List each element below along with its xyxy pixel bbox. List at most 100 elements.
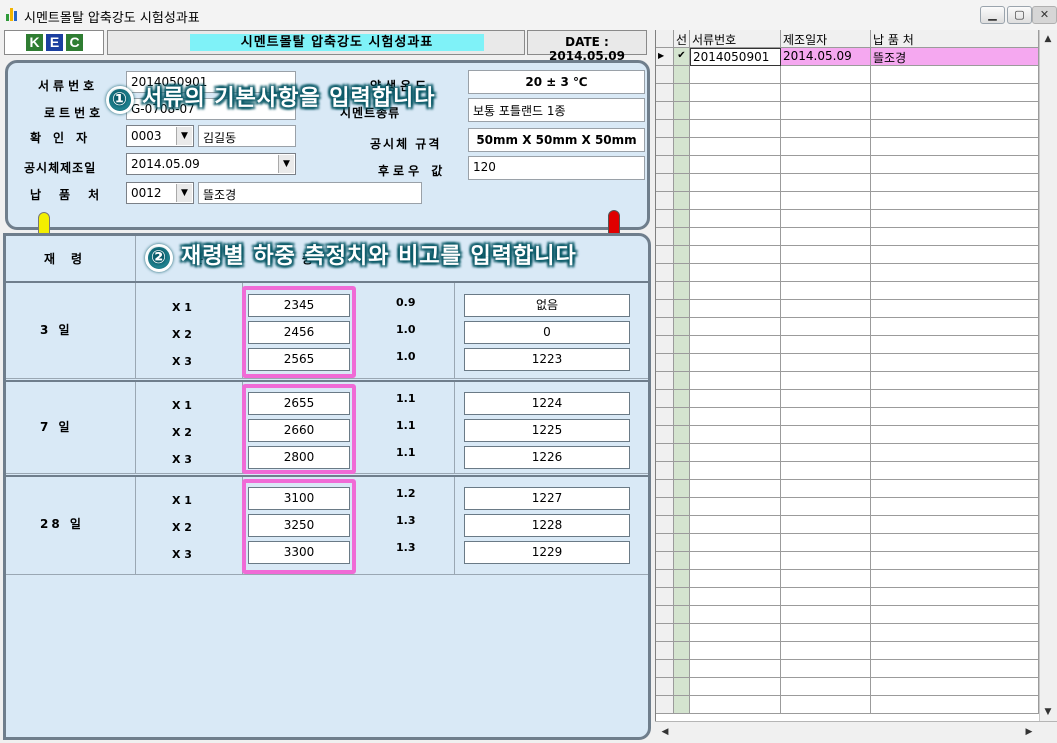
grid-cell[interactable] [871,192,1039,210]
row-select-checkbox[interactable] [674,264,690,282]
close-button[interactable]: ✕ [1032,6,1057,24]
grid-cell[interactable] [781,642,871,660]
row-select-checkbox[interactable] [674,372,690,390]
grid-cell[interactable] [871,174,1039,192]
grid-cell[interactable] [871,390,1039,408]
grid-cell[interactable] [781,516,871,534]
maximize-button[interactable]: ▢ [1007,6,1032,24]
row-select-checkbox[interactable] [674,228,690,246]
grid-cell[interactable] [690,570,781,588]
row-select-checkbox[interactable] [674,192,690,210]
grid-cell[interactable] [690,660,781,678]
grid-cell[interactable] [871,534,1039,552]
grid-cell[interactable] [781,246,871,264]
grid-cell[interactable] [690,462,781,480]
grid-cell[interactable] [690,228,781,246]
grid-cell[interactable] [690,138,781,156]
remark-input[interactable]: 없음 [464,294,630,317]
grid-cell[interactable] [690,498,781,516]
grid-cell[interactable] [690,84,781,102]
grid-cell[interactable] [781,66,871,84]
row-select-checkbox[interactable] [674,462,690,480]
chevron-down-icon[interactable]: ▼ [176,184,192,202]
grid-cell[interactable] [781,156,871,174]
grid-cell[interactable] [690,678,781,696]
minimize-button[interactable]: ▁ [980,6,1005,24]
grid-cell[interactable] [690,624,781,642]
grid-cell[interactable] [781,282,871,300]
row-select-checkbox[interactable] [674,660,690,678]
row-select-checkbox[interactable] [674,498,690,516]
row-select-checkbox[interactable] [674,408,690,426]
scroll-up-icon[interactable]: ▲ [1040,31,1056,47]
grid-cell[interactable] [871,444,1039,462]
grid-cell[interactable] [781,336,871,354]
grid-cell[interactable] [871,210,1039,228]
grid-cell[interactable] [690,300,781,318]
grid-cell[interactable] [781,534,871,552]
grid-cell[interactable] [781,174,871,192]
row-select-checkbox[interactable] [674,210,690,228]
grid-cell[interactable] [871,660,1039,678]
grid-cell-mfg-date[interactable]: 2014.05.09 [781,48,871,66]
row-select-checkbox[interactable]: ✔ [674,48,690,66]
row-select-checkbox[interactable] [674,120,690,138]
grid-cell[interactable] [690,318,781,336]
flow-value-field[interactable]: 120 [468,156,645,180]
grid-cell[interactable] [781,408,871,426]
grid-cell[interactable] [690,120,781,138]
grid-cell[interactable] [690,390,781,408]
remark-input[interactable]: 0 [464,321,630,344]
grid-cell[interactable] [871,678,1039,696]
grid-cell[interactable] [690,246,781,264]
row-select-checkbox[interactable] [674,66,690,84]
remark-input[interactable]: 1223 [464,348,630,371]
grid-cell[interactable] [690,66,781,84]
mfg-date-combo[interactable]: 2014.05.09 ▼ [126,153,296,175]
grid-cell-doc-no[interactable]: 2014050901 [690,48,781,66]
row-select-checkbox[interactable] [674,174,690,192]
grid-cell[interactable] [871,336,1039,354]
grid-cell[interactable] [871,498,1039,516]
grid-header-supplier[interactable]: 납 품 처 [871,30,1039,48]
grid-cell[interactable] [690,642,781,660]
row-select-checkbox[interactable] [674,336,690,354]
grid-cell[interactable] [690,372,781,390]
row-select-checkbox[interactable] [674,318,690,336]
grid-cell[interactable] [781,426,871,444]
grid-cell[interactable] [871,264,1039,282]
grid-header-doc-no[interactable]: 서류번호 [690,30,781,48]
grid-cell[interactable] [871,156,1039,174]
grid-cell[interactable] [690,444,781,462]
remark-input[interactable]: 1227 [464,487,630,510]
checker-name-field[interactable]: 김길동 [198,125,296,147]
row-select-checkbox[interactable] [674,390,690,408]
grid-cell[interactable] [690,174,781,192]
grid-cell[interactable] [690,606,781,624]
grid-cell[interactable] [871,354,1039,372]
row-select-checkbox[interactable] [674,84,690,102]
chevron-down-icon[interactable]: ▼ [176,127,192,145]
grid-cell[interactable] [871,426,1039,444]
grid-cell[interactable] [871,318,1039,336]
grid-cell[interactable] [690,102,781,120]
grid-cell[interactable] [781,372,871,390]
row-select-checkbox[interactable] [674,570,690,588]
row-select-checkbox[interactable] [674,606,690,624]
grid-header-select[interactable]: 선 [674,30,690,48]
row-select-checkbox[interactable] [674,300,690,318]
row-select-checkbox[interactable] [674,624,690,642]
grid-horizontal-scrollbar[interactable]: ◀ ▶ [655,721,1057,743]
row-select-checkbox[interactable] [674,588,690,606]
grid-cell[interactable] [781,462,871,480]
scroll-left-icon[interactable]: ◀ [657,724,673,740]
grid-cell[interactable] [781,390,871,408]
grid-cell[interactable] [781,138,871,156]
remark-input[interactable]: 1225 [464,419,630,442]
grid-cell[interactable] [871,480,1039,498]
grid-cell[interactable] [781,102,871,120]
grid-cell[interactable] [871,372,1039,390]
grid-cell[interactable] [781,624,871,642]
row-select-checkbox[interactable] [674,480,690,498]
grid-cell[interactable] [871,228,1039,246]
